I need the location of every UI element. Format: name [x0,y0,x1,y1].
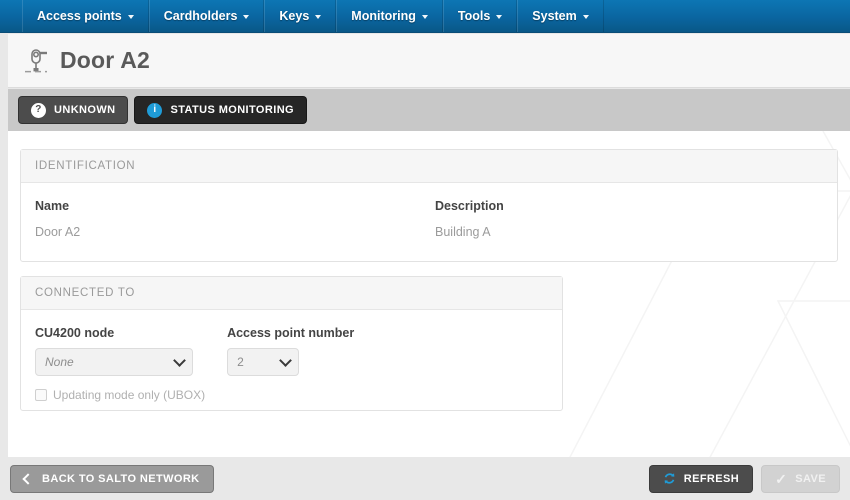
save-button: ✓ SAVE [761,464,840,493]
nav-item-label: System [532,9,577,23]
tab-label: STATUS MONITORING [170,104,294,116]
cu4200-node-field: CU4200 node None Updating mode only (UBO… [35,326,205,402]
identification-panel-title: IDENTIFICATION [21,150,837,183]
info-circle-icon: i [147,102,163,118]
access-point-number-value: 2 [237,355,244,369]
nav-item-keys[interactable]: Keys [264,0,337,32]
nav-item-label: Keys [279,9,310,23]
nav-item-label: Access points [37,9,122,23]
check-icon: ✓ [775,470,788,487]
cu4200-node-select[interactable]: None [35,348,193,376]
updating-mode-label: Updating mode only (UBOX) [53,388,206,402]
chevron-down-icon [243,15,250,19]
page-title: Door A2 [60,47,150,73]
identification-panel: IDENTIFICATION Name Door A2 Description … [20,149,838,262]
description-label: Description [435,199,504,213]
question-circle-icon: ? [31,102,46,118]
tab-label: UNKNOWN [54,104,116,116]
refresh-button-label: REFRESH [683,472,740,485]
chevron-down-icon [315,15,322,19]
chevron-down-icon [496,15,503,19]
footer-bar: BACK TO SALTO NETWORK REFRESH ✓ SAVE [0,457,850,500]
tab-strip: ? UNKNOWN i STATUS MONITORING [8,89,850,131]
chevron-left-icon [22,472,34,485]
access-point-number-select[interactable]: 2 [227,348,300,376]
access-point-number-field: Access point number 2 [227,326,354,402]
name-label: Name [35,199,70,213]
door-lock-icon [25,48,47,72]
refresh-icon [664,473,675,484]
nav-item-label: Monitoring [351,9,416,23]
cu4200-node-value: None [45,355,74,369]
cu4200-node-label: CU4200 node [35,326,115,340]
identification-fields-row: Name Door A2 Description Building A [35,199,823,239]
application-window: Access points Cardholders Keys Monitorin… [0,0,850,500]
back-button-label: BACK TO SALTO NETWORK [42,472,200,485]
tab-status-monitoring[interactable]: i STATUS MONITORING [134,96,307,124]
name-value: Door A2 [35,225,81,239]
connected-to-panel: CONNECTED TO CU4200 node None Updating m… [20,276,563,411]
updating-mode-checkbox[interactable] [35,389,47,401]
chevron-down-icon [127,15,134,19]
field-name: Name Door A2 [35,199,435,239]
connected-to-panel-title: CONNECTED TO [21,277,562,310]
nav-item-tools[interactable]: Tools [442,0,518,32]
connected-to-form-row: CU4200 node None Updating mode only (UBO… [35,326,548,402]
nav-item-label: Tools [457,9,491,23]
field-description: Description Building A [435,199,504,239]
tab-unknown[interactable]: ? UNKNOWN [18,96,129,124]
page-header: Door A2 [8,34,850,88]
chevron-down-icon [582,15,589,19]
chevron-down-icon [279,354,292,367]
nav-item-cardholders[interactable]: Cardholders [148,0,265,32]
chevron-down-icon [421,15,428,19]
refresh-button[interactable]: REFRESH [648,464,754,493]
chevron-down-icon [173,354,186,367]
main-navigation-bar: Access points Cardholders Keys Monitorin… [0,0,850,33]
access-point-number-label: Access point number [227,326,355,340]
description-value: Building A [435,225,491,239]
connected-to-panel-body: CU4200 node None Updating mode only (UBO… [21,310,562,420]
nav-item-system[interactable]: System [517,0,604,32]
updating-mode-checkbox-row[interactable]: Updating mode only (UBOX) [35,388,205,402]
content-area: IDENTIFICATION Name Door A2 Description … [8,131,850,457]
nav-item-monitoring[interactable]: Monitoring [336,0,443,32]
save-button-label: SAVE [795,472,826,485]
back-to-salto-network-button[interactable]: BACK TO SALTO NETWORK [10,464,214,493]
nav-item-access-points[interactable]: Access points [22,0,149,32]
identification-panel-body: Name Door A2 Description Building A [21,183,837,257]
nav-item-label: Cardholders [163,9,238,23]
